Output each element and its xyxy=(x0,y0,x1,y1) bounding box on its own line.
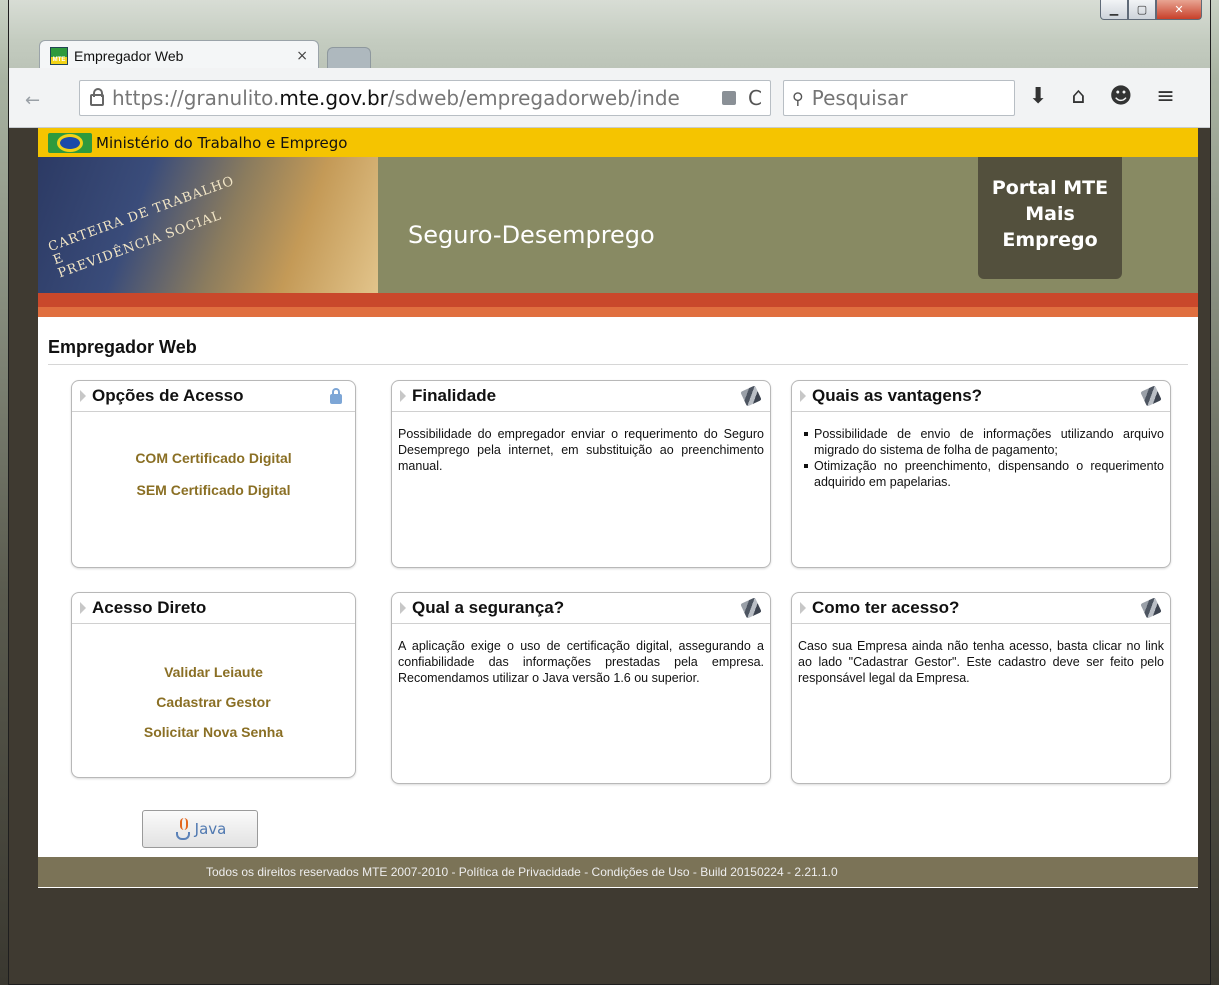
panel-finalidade: Finalidade Possibilidade do empregador e… xyxy=(391,380,771,568)
reader-view-icon[interactable] xyxy=(722,91,737,105)
url-domain: mte.gov.br xyxy=(279,86,388,110)
panel-como-acesso: Como ter acesso? Caso sua Empresa ainda … xyxy=(791,592,1171,784)
reload-icon[interactable]: C xyxy=(748,86,762,110)
panel-title: Como ter acesso? xyxy=(812,598,960,617)
lock-icon xyxy=(327,387,345,405)
padlock-icon xyxy=(90,88,104,106)
portal-line-1: Portal MTE xyxy=(991,177,1109,199)
url-path: /sdweb/empregadorweb/inde xyxy=(387,86,680,110)
triangle-icon xyxy=(80,390,86,402)
triangle-icon xyxy=(800,390,806,402)
url-prefix: https://granulito. xyxy=(112,86,280,110)
panel-header: Opções de Acesso xyxy=(72,381,355,412)
panel-title: Quais as vantagens? xyxy=(812,386,983,405)
panel-header: Como ter acesso? xyxy=(792,593,1170,624)
toolbar-icons: ⬇ ⌂ ☻ ≡ xyxy=(1029,84,1175,109)
document-icon xyxy=(1140,597,1162,619)
list-item: Otimização no preenchimento, dispensando… xyxy=(804,458,1164,490)
document-icon xyxy=(740,597,762,619)
sem-certificado-link[interactable]: SEM Certificado Digital xyxy=(72,482,355,498)
navigation-bar: ← https://granulito.mte.gov.br/sdweb/emp… xyxy=(9,68,1210,128)
panel-header: Quais as vantagens? xyxy=(792,381,1170,412)
back-arrow-icon[interactable]: ← xyxy=(25,90,40,111)
triangle-icon xyxy=(800,602,806,614)
panel-text: Possibilidade de envio de informações ut… xyxy=(792,412,1170,490)
panel-title: Acesso Direto xyxy=(92,598,207,617)
url-text[interactable]: https://granulito.mte.gov.br/sdweb/empre… xyxy=(112,86,716,110)
cadastrar-gestor-link[interactable]: Cadastrar Gestor xyxy=(72,694,355,710)
banner-stripe-red xyxy=(38,293,1198,307)
mte-favicon-icon: MTE xyxy=(50,46,68,65)
url-bar[interactable]: https://granulito.mte.gov.br/sdweb/empre… xyxy=(79,80,771,116)
home-icon[interactable]: ⌂ xyxy=(1071,84,1085,109)
search-icon: ⚲ xyxy=(792,88,804,108)
panel-title: Finalidade xyxy=(412,386,497,405)
government-bar: Ministério do Trabalho e Emprego xyxy=(38,128,1198,157)
panel-header: Finalidade xyxy=(392,381,770,412)
ministry-name: Ministério do Trabalho e Emprego xyxy=(96,133,348,152)
panel-opcoes-acesso: Opções de Acesso COM Certificado Digital… xyxy=(71,380,356,568)
list-item: Possibilidade de envio de informações ut… xyxy=(804,426,1164,458)
triangle-icon xyxy=(80,602,86,614)
java-button[interactable]: Java xyxy=(142,810,258,848)
footer-text: Todos os direitos reservados MTE 2007-20… xyxy=(206,865,838,879)
panel-text: Caso sua Empresa ainda não tenha acesso,… xyxy=(798,639,1164,685)
portal-line-2: Mais xyxy=(1025,203,1075,225)
page-content: Ministério do Trabalho e Emprego CARTEIR… xyxy=(38,128,1198,888)
com-certificado-link[interactable]: COM Certificado Digital xyxy=(72,450,355,466)
solicitar-nova-senha-link[interactable]: Solicitar Nova Senha xyxy=(72,724,355,740)
java-cup-icon xyxy=(174,818,192,840)
search-bar[interactable]: ⚲ xyxy=(783,80,1015,116)
panel-title: Qual a segurança? xyxy=(412,598,565,617)
tab-close-icon[interactable]: × xyxy=(296,48,308,64)
triangle-icon xyxy=(400,390,406,402)
footer: Todos os direitos reservados MTE 2007-20… xyxy=(38,857,1198,887)
banner-photo: CARTEIRA DE TRABALHO E PREVIDÊNCIA SOCIA… xyxy=(38,157,378,293)
panel-vantagens: Quais as vantagens? Possibilidade de env… xyxy=(791,380,1171,568)
validar-leiaute-link[interactable]: Validar Leiaute xyxy=(72,664,355,680)
panel-header: Acesso Direto xyxy=(72,593,355,624)
download-icon[interactable]: ⬇ xyxy=(1029,84,1047,109)
triangle-icon xyxy=(400,602,406,614)
panel-text: Possibilidade do empregador enviar o req… xyxy=(398,427,764,473)
close-window-button[interactable]: ✕ xyxy=(1156,0,1202,20)
panel-acesso-direto: Acesso Direto Validar Leiaute Cadastrar … xyxy=(71,592,356,778)
panel-text: A aplicação exige o uso de certificação … xyxy=(398,639,764,685)
portal-line-3: Emprego xyxy=(1002,229,1098,251)
banner-title: Seguro-Desemprego xyxy=(408,221,655,249)
new-tab-button[interactable] xyxy=(327,47,371,69)
window-controls: ▁ ▢ ✕ xyxy=(1100,0,1202,20)
title-bar: ▁ ▢ ✕ MTE Empregador Web × xyxy=(9,0,1210,70)
panel-seguranca: Qual a segurança? A aplicação exige o us… xyxy=(391,592,771,784)
browser-window: ▁ ▢ ✕ MTE Empregador Web × ← https://gra… xyxy=(8,0,1211,985)
page-title: Empregador Web xyxy=(48,337,1188,365)
document-icon xyxy=(740,385,762,407)
brazil-flag-icon xyxy=(48,132,92,153)
tab-title: Empregador Web xyxy=(74,47,184,64)
java-label: Java xyxy=(194,820,227,838)
banner: CARTEIRA DE TRABALHO E PREVIDÊNCIA SOCIA… xyxy=(38,157,1198,293)
banner-stripe-orange xyxy=(38,307,1198,317)
menu-icon[interactable]: ≡ xyxy=(1156,84,1174,109)
minimize-button[interactable]: ▁ xyxy=(1100,0,1128,20)
panel-title: Opções de Acesso xyxy=(92,386,244,405)
maximize-button[interactable]: ▢ xyxy=(1128,0,1156,20)
panel-header: Qual a segurança? xyxy=(392,593,770,624)
tab-empregador-web[interactable]: MTE Empregador Web × xyxy=(39,40,319,70)
search-input[interactable] xyxy=(809,85,994,111)
document-icon xyxy=(1140,385,1162,407)
portal-mte-link[interactable]: Portal MTE Mais Emprego xyxy=(978,157,1122,279)
work-card-text: CARTEIRA DE TRABALHO E PREVIDÊNCIA SOCIA… xyxy=(46,173,237,282)
chat-icon[interactable]: ☻ xyxy=(1109,84,1132,109)
